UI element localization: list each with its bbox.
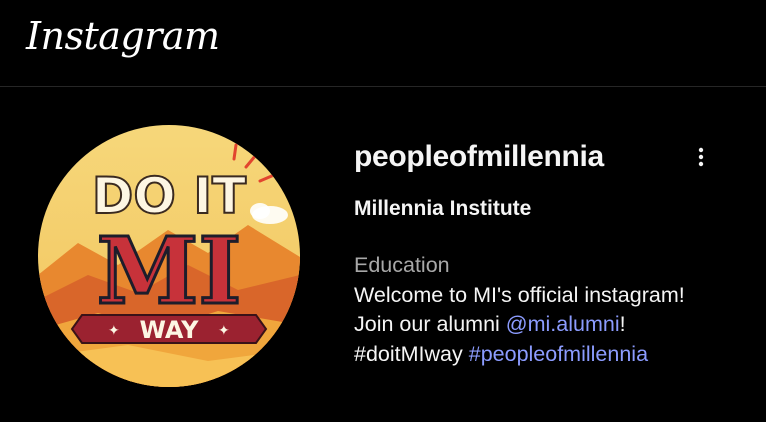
top-bar: Instagram [0,0,766,87]
bio-text: ! [619,312,626,336]
mention-link[interactable]: @mi.alumni [506,312,620,336]
hashtag-link[interactable]: #peopleofmillennia [469,342,648,366]
more-vertical-icon[interactable] [690,146,712,172]
bio-line: #doitMIway #peopleofmillennia [354,340,685,370]
profile-category: Education [354,253,450,277]
bio-line: Welcome to MI's official instagram! [354,282,685,307]
avatar-banner-text: WAY [139,316,199,344]
sparkle-icon: ✦ [218,323,230,339]
bio-line: Join our alumni @mi.alumni! [354,310,685,340]
profile-username[interactable]: peopleofmillennia [354,140,604,174]
bio-text: Join our alumni [354,312,506,336]
instagram-logo[interactable]: Instagram [26,14,220,58]
profile-bio: Education Welcome to MI's official insta… [354,251,685,369]
profile-full-name: Millennia Institute [354,197,532,220]
sparkle-icon: ✦ [108,323,120,339]
avatar-middle-text: MI [97,217,242,325]
hashtag-text: #doitMIway [354,341,463,366]
profile-avatar[interactable]: DO IT MI WAY ✦ ✦ [38,125,300,387]
